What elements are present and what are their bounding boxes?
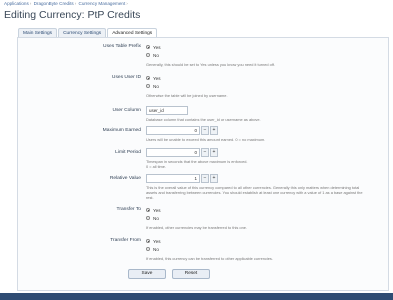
field-label: Transfer From (110, 238, 141, 243)
radio-user-id-no[interactable]: No (146, 82, 228, 90)
increment-button[interactable]: + (210, 126, 218, 135)
radio-table-prefix-yes[interactable]: Yes (146, 43, 275, 51)
radio-checked-icon (146, 76, 150, 80)
field-hint: Users will be unable to exceed this amou… (146, 137, 266, 142)
increment-button[interactable]: + (210, 174, 218, 183)
field-hint: Generally, this should be set to Yes unl… (146, 62, 275, 67)
radio-checked-icon (146, 239, 150, 243)
page-title: Editing Currency: PtP Credits (4, 9, 141, 21)
limit-period-input[interactable]: 0 (146, 148, 200, 157)
increment-button[interactable]: + (210, 148, 218, 157)
radio-unchecked-icon (146, 84, 150, 88)
radio-unchecked-icon (146, 216, 150, 220)
field-label: Uses User ID (111, 75, 141, 80)
field-label: Transfer To (116, 207, 141, 212)
radio-transfer-from-no[interactable]: No (146, 245, 273, 253)
decrement-button[interactable]: − (201, 126, 209, 135)
radio-user-id-yes[interactable]: Yes (146, 74, 228, 82)
field-hint: Database column that contains the user_i… (146, 117, 261, 122)
radio-unchecked-icon (146, 247, 150, 251)
save-button[interactable]: Save (128, 269, 166, 279)
radio-transfer-to-no[interactable]: No (146, 214, 247, 222)
field-label: User Column (112, 108, 141, 113)
field-hint: If enabled, this currency can be transfe… (146, 256, 273, 261)
breadcrumb: Applications› DragonByte Credits› Curren… (4, 1, 128, 6)
maximum-earned-input[interactable]: 0 (146, 126, 200, 135)
page: Applications› DragonByte Credits› Curren… (0, 0, 393, 300)
field-label: Maximum Earned (102, 128, 141, 133)
field-hint-line: rest. (146, 195, 154, 200)
field-label: Uses Table Prefix (103, 44, 141, 49)
reset-button[interactable]: Reset (172, 269, 210, 279)
radio-checked-icon (146, 208, 150, 212)
form-actions: Save Reset (128, 269, 216, 279)
breadcrumb-currency-management[interactable]: Currency Management (79, 1, 126, 6)
user-column-input[interactable]: user_id (146, 106, 188, 115)
radio-table-prefix-no[interactable]: No (146, 51, 275, 59)
field-label: Limit Period (115, 150, 141, 155)
field-hint: Otherwise the table will be joined by us… (146, 93, 228, 98)
breadcrumb-dragonbyte-credits[interactable]: DragonByte Credits (34, 1, 74, 6)
radio-unchecked-icon (146, 53, 150, 57)
decrement-button[interactable]: − (201, 148, 209, 157)
radio-checked-icon (146, 45, 150, 49)
field-hint: 0 = all time. (146, 164, 167, 169)
field-hint-line: assets and transferring between currenci… (146, 190, 363, 195)
decrement-button[interactable]: − (201, 174, 209, 183)
breadcrumb-applications[interactable]: Applications (4, 1, 29, 6)
field-hint: If enabled, other currencies may be tran… (146, 225, 247, 230)
field-label: Relative Value (109, 176, 141, 181)
radio-transfer-to-yes[interactable]: Yes (146, 206, 247, 214)
settings-panel: Uses Table Prefix Yes No Generally, this… (17, 37, 389, 291)
footer-bar (0, 293, 393, 300)
relative-value-input[interactable]: 1 (146, 174, 200, 183)
radio-transfer-from-yes[interactable]: Yes (146, 237, 273, 245)
